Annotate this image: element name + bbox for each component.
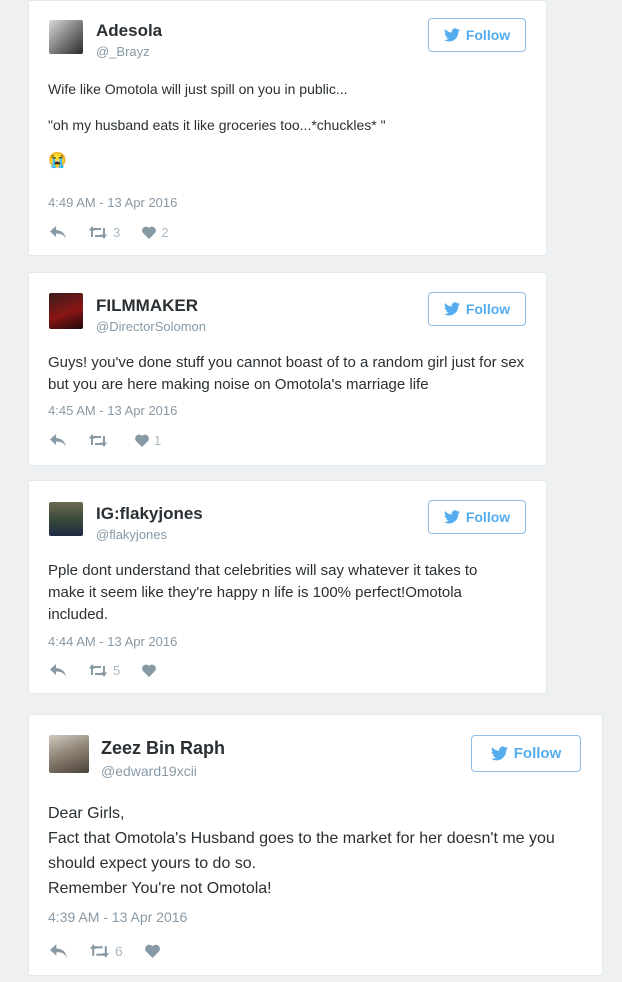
tweet-line: "oh my husband eats it like groceries to… bbox=[48, 117, 386, 133]
heart-icon bbox=[142, 664, 157, 677]
follow-button[interactable]: Follow bbox=[428, 500, 526, 534]
avatar[interactable] bbox=[49, 502, 83, 536]
tweet-line: Remember You're not Omotola! bbox=[48, 880, 272, 897]
reply-button[interactable] bbox=[50, 226, 66, 239]
follow-label: Follow bbox=[513, 745, 562, 762]
reply-button[interactable] bbox=[50, 664, 66, 677]
display-name[interactable]: FILMMAKER bbox=[96, 296, 198, 316]
reply-icon bbox=[50, 944, 67, 958]
like-count: 1 bbox=[154, 433, 162, 448]
tweet-line bbox=[48, 134, 528, 152]
display-name[interactable]: Zeez Bin Raph bbox=[101, 738, 225, 759]
tweet-card: IG:flakyjones @flakyjones Follow Pple do… bbox=[28, 480, 547, 694]
like-button[interactable] bbox=[142, 664, 161, 677]
tweet-card: Zeez Bin Raph @edward19xcii Follow Dear … bbox=[28, 714, 603, 976]
heart-icon bbox=[144, 944, 160, 958]
retweet-button[interactable]: 5 bbox=[88, 663, 120, 678]
user-handle[interactable]: @flakyjones bbox=[96, 527, 167, 542]
avatar[interactable] bbox=[49, 20, 83, 54]
retweet-count: 5 bbox=[113, 663, 121, 678]
tweet-actions: 5 bbox=[50, 663, 161, 678]
retweet-button[interactable] bbox=[88, 434, 113, 447]
reply-button[interactable] bbox=[50, 434, 66, 447]
retweet-icon bbox=[89, 664, 107, 677]
tweet-line bbox=[48, 98, 528, 116]
avatar[interactable] bbox=[49, 735, 89, 773]
tweet-text: Guys! you've done stuff you cannot boast… bbox=[48, 352, 533, 396]
bird-icon bbox=[443, 28, 460, 42]
like-button[interactable]: 2 bbox=[142, 225, 168, 240]
follow-button[interactable]: Follow bbox=[428, 18, 526, 52]
bird-icon bbox=[490, 746, 508, 761]
tweet-line: Dear Girls, bbox=[48, 805, 125, 822]
heart-icon bbox=[142, 226, 157, 239]
tweet-text: Wife like Omotola will just spill on you… bbox=[48, 80, 528, 170]
user-handle[interactable]: @edward19xcii bbox=[101, 763, 197, 779]
like-button[interactable] bbox=[144, 944, 165, 958]
bird-icon bbox=[443, 302, 460, 316]
crying-face-emoji-icon: 😭 bbox=[48, 152, 67, 169]
reply-icon bbox=[50, 226, 66, 239]
display-name[interactable]: Adesola bbox=[96, 21, 162, 41]
retweet-icon bbox=[90, 944, 109, 958]
tweet-line: Guys! you've done stuff you cannot boast… bbox=[48, 354, 525, 393]
follow-button[interactable]: Follow bbox=[471, 735, 581, 772]
tweet-text: Pple dont understand that celebrities wi… bbox=[48, 560, 518, 626]
tweet-actions: 6 bbox=[50, 943, 165, 959]
tweet-card: Adesola @_Brayz Follow Wife like Omotola… bbox=[28, 0, 547, 256]
like-count: 2 bbox=[161, 225, 169, 240]
timestamp[interactable]: 4:49 AM - 13 Apr 2016 bbox=[48, 195, 177, 210]
retweet-button[interactable]: 3 bbox=[88, 225, 120, 240]
tweet-line: Fact that Omotola's Husband goes to the … bbox=[48, 830, 555, 872]
retweet-count: 3 bbox=[113, 225, 121, 240]
retweet-icon bbox=[89, 226, 107, 239]
follow-label: Follow bbox=[465, 509, 511, 525]
follow-label: Follow bbox=[465, 301, 511, 317]
timestamp[interactable]: 4:44 AM - 13 Apr 2016 bbox=[48, 634, 177, 649]
tweet-line: Pple dont understand that celebrities wi… bbox=[48, 562, 478, 623]
display-name[interactable]: IG:flakyjones bbox=[96, 504, 203, 524]
tweet-actions: 1 bbox=[50, 433, 161, 448]
tweet-actions: 3 2 bbox=[50, 225, 168, 240]
reply-icon bbox=[50, 434, 66, 447]
tweet-text: Dear Girls, Fact that Omotola's Husband … bbox=[48, 801, 578, 901]
timestamp[interactable]: 4:39 AM - 13 Apr 2016 bbox=[48, 909, 187, 925]
follow-label: Follow bbox=[465, 27, 511, 43]
tweet-card: FILMMAKER @DirectorSolomon Follow Guys! … bbox=[28, 272, 547, 466]
like-button[interactable]: 1 bbox=[135, 433, 161, 448]
bird-icon bbox=[443, 510, 460, 524]
timestamp[interactable]: 4:45 AM - 13 Apr 2016 bbox=[48, 403, 177, 418]
reply-icon bbox=[50, 664, 66, 677]
reply-button[interactable] bbox=[50, 944, 67, 958]
retweet-icon bbox=[89, 434, 107, 447]
user-handle[interactable]: @_Brayz bbox=[96, 44, 150, 59]
user-handle[interactable]: @DirectorSolomon bbox=[96, 319, 206, 334]
follow-button[interactable]: Follow bbox=[428, 292, 526, 326]
tweet-line: Wife like Omotola will just spill on you… bbox=[48, 81, 348, 97]
avatar[interactable] bbox=[49, 293, 83, 329]
retweet-count: 6 bbox=[115, 943, 123, 959]
heart-icon bbox=[135, 434, 149, 447]
retweet-button[interactable]: 6 bbox=[89, 943, 123, 959]
